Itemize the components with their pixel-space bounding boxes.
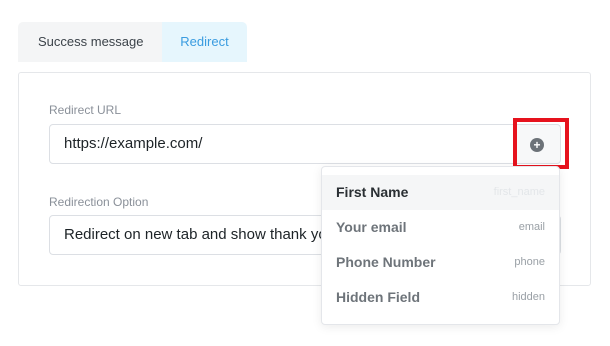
dropdown-item-label: Hidden Field — [336, 289, 420, 305]
redirect-url-input[interactable]: https://example.com/ — [49, 124, 517, 164]
dropdown-item-label: First Name — [336, 184, 409, 200]
plus-circle-icon: + — [530, 138, 544, 152]
dropdown-item-your-email[interactable]: Your email email — [322, 210, 559, 245]
tab-bar: Success message Redirect — [18, 22, 247, 62]
dropdown-item-key: first_name — [493, 186, 545, 198]
dropdown-item-key: hidden — [511, 291, 545, 303]
dropdown-item-hidden-field[interactable]: Hidden Field hidden — [322, 280, 559, 315]
dropdown-item-label: Phone Number — [336, 254, 436, 270]
tab-redirect[interactable]: Redirect — [162, 22, 247, 62]
dropdown-item-key: email — [518, 221, 545, 233]
tab-success-message[interactable]: Success message — [18, 22, 162, 62]
dropdown-item-first-name[interactable]: First Name first_name — [322, 175, 559, 210]
redirect-url-label: Redirect URL — [49, 103, 122, 117]
shortcode-dropdown: First Name first_name Your email email P… — [321, 166, 560, 325]
dropdown-item-phone-number[interactable]: Phone Number phone — [322, 245, 559, 280]
insert-shortcode-button[interactable]: + — [517, 124, 561, 164]
redirection-option-label: Redirection Option — [49, 195, 149, 209]
dropdown-item-key: phone — [514, 256, 545, 268]
dropdown-item-label: Your email — [336, 219, 407, 235]
